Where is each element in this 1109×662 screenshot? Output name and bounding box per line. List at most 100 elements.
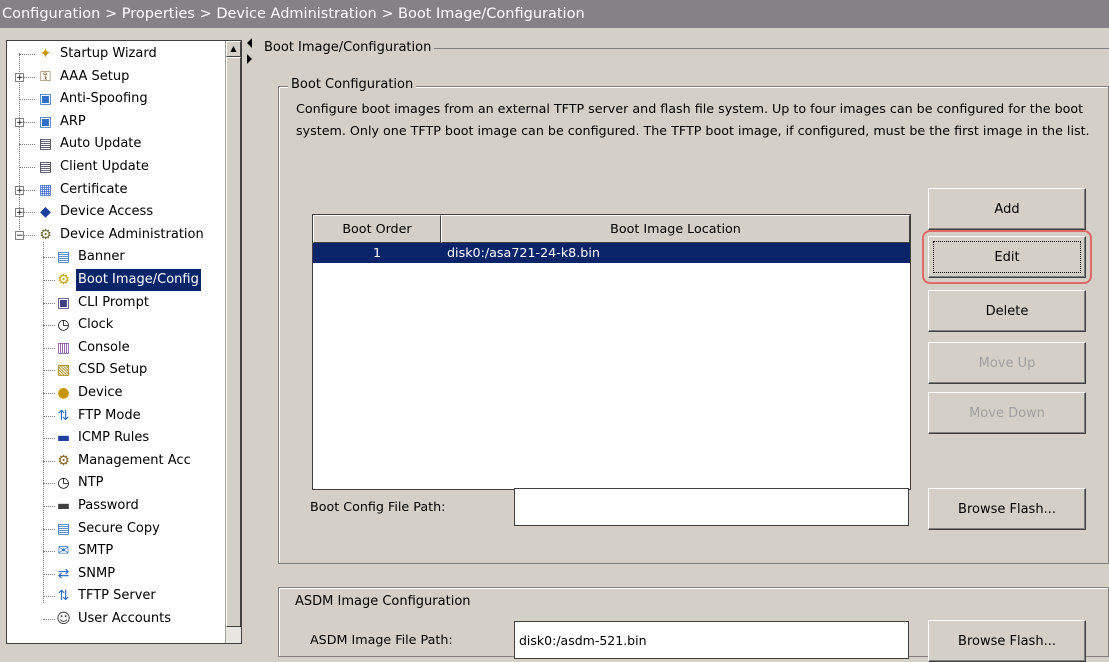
tree-connector bbox=[43, 302, 55, 304]
move-up-button[interactable]: Move Up bbox=[928, 342, 1086, 384]
scroll-thumb[interactable] bbox=[226, 57, 241, 627]
tree-item-tftp-server[interactable]: ⇅ TFTP Server bbox=[55, 585, 158, 607]
tree-item-banner[interactable]: ▤ Banner bbox=[55, 246, 127, 268]
tree-connector bbox=[43, 347, 55, 349]
scroll-up-button[interactable]: ▲ bbox=[226, 41, 241, 57]
boot-image-table[interactable]: Boot Order Boot Image Location 1 disk0:/… bbox=[312, 214, 911, 490]
tree-scrollbar[interactable]: ▲ bbox=[225, 41, 241, 643]
add-button[interactable]: Add bbox=[928, 188, 1086, 230]
navigation-tree: ✦ Startup Wizard ⚿ AAA Setup + ▣ Anti-Spoofing… bbox=[6, 40, 242, 644]
browse-flash-asdm-button[interactable]: Browse Flash... bbox=[928, 620, 1086, 662]
tree-item-label: Anti-Spoofing bbox=[60, 91, 148, 107]
computer-icon: ▤ bbox=[38, 136, 53, 153]
tree-connector bbox=[43, 528, 55, 530]
tree-item-auto-update[interactable]: ▤ Auto Update bbox=[37, 133, 143, 155]
tree-item-anti-spoofing[interactable]: ▣ Anti-Spoofing bbox=[37, 88, 150, 110]
key-icon: ⚿ bbox=[40, 68, 51, 85]
tree-item-device-access[interactable]: ◆ Device Access bbox=[37, 201, 155, 223]
tree-item-label: AAA Setup bbox=[60, 68, 130, 84]
collapse-left-icon[interactable] bbox=[247, 38, 252, 48]
tree-connector bbox=[43, 619, 55, 620]
move-down-button[interactable]: Move Down bbox=[928, 392, 1086, 434]
tree-item-client-update[interactable]: ▤ Client Update bbox=[37, 156, 151, 178]
tree-item-console[interactable]: ▥ Console bbox=[55, 337, 132, 359]
tree-item-label: Client Update bbox=[60, 159, 149, 174]
tree-item-password[interactable]: ▬ Password bbox=[55, 495, 141, 517]
column-header-boot-order[interactable]: Boot Order bbox=[313, 215, 441, 243]
tree-item-device-administration[interactable]: ⚙ Device Administration bbox=[37, 224, 206, 246]
wand-icon: ✦ bbox=[39, 46, 52, 62]
breadcrumb: Configuration > Properties > Device Admi… bbox=[0, 0, 1109, 28]
tree-item-label: ARP bbox=[60, 113, 86, 129]
tree-item-label: Device bbox=[78, 385, 123, 400]
tree-item-label: Banner bbox=[78, 249, 125, 265]
tree-item-label: Device Administration bbox=[60, 226, 204, 242]
tree-item-csd-setup[interactable]: ▧ CSD Setup bbox=[55, 359, 149, 381]
edit-button[interactable]: Edit bbox=[928, 236, 1086, 278]
tree-item-snmp[interactable]: ⇄ SNMP bbox=[55, 563, 117, 585]
boot-config-path-input[interactable] bbox=[514, 488, 909, 526]
tree-item-aaa-setup[interactable]: ⚿ AAA Setup bbox=[37, 66, 131, 88]
tree-connector bbox=[19, 99, 35, 101]
tree-item-user-accounts[interactable]: ☺ User Accounts bbox=[55, 608, 173, 630]
tree-item-label: NTP bbox=[78, 475, 104, 491]
column-header-boot-image-location[interactable]: Boot Image Location bbox=[441, 215, 910, 243]
expand-icon[interactable]: + bbox=[15, 185, 24, 195]
tree-item-startup-wizard[interactable]: ✦ Startup Wizard bbox=[37, 43, 159, 65]
tree-item-icmp-rules[interactable]: ▬ ICMP Rules bbox=[55, 427, 151, 449]
expand-icon[interactable]: + bbox=[15, 72, 24, 82]
tree-item-secure-copy[interactable]: ▤ Secure Copy bbox=[55, 518, 162, 540]
tree-item-label: Boot Image/Config bbox=[76, 269, 201, 291]
panel-splitter[interactable] bbox=[245, 28, 255, 644]
tree-item-label: Startup Wizard bbox=[60, 46, 157, 61]
tree-connector bbox=[43, 460, 55, 462]
tree-item-smtp[interactable]: ✉ SMTP bbox=[55, 540, 115, 562]
icmp-icon: ▬ bbox=[56, 430, 71, 447]
boot-image-icon: ⚙ bbox=[57, 272, 70, 288]
tree-connector bbox=[43, 325, 55, 327]
asdm-image-configuration-legend: ASDM Image Configuration bbox=[292, 594, 474, 609]
boot-configuration-description: Configure boot images from an external T… bbox=[296, 101, 1090, 138]
tree-connector bbox=[19, 167, 35, 168]
csd-setup-icon: ▧ bbox=[56, 362, 71, 379]
ftp-icon: ⇅ bbox=[57, 407, 70, 424]
tree-item-clock[interactable]: ◷ Clock bbox=[55, 314, 115, 336]
tree-connector bbox=[43, 280, 55, 281]
delete-button[interactable]: Delete bbox=[928, 290, 1086, 332]
tree-item-certificate[interactable]: ▦ Certificate bbox=[37, 179, 130, 201]
tree-connector bbox=[19, 144, 35, 146]
tree-item-label: Password bbox=[78, 498, 139, 513]
expand-icon[interactable]: + bbox=[15, 117, 24, 127]
boot-config-path-label: Boot Config File Path: bbox=[310, 499, 446, 514]
tree-connector bbox=[43, 393, 55, 394]
boot-configuration-legend: Boot Configuration bbox=[288, 77, 417, 92]
tree-connector bbox=[43, 506, 55, 507]
cli-prompt-icon: ▣ bbox=[56, 294, 71, 311]
asdm-image-path-label: ASDM Image File Path: bbox=[310, 632, 453, 647]
asdm-image-path-input[interactable] bbox=[514, 621, 909, 659]
tree-item-arp[interactable]: ▣ ARP bbox=[37, 111, 88, 133]
table-row[interactable]: 1 disk0:/asa721-24-k8.bin bbox=[313, 243, 910, 263]
device-icon: ● bbox=[57, 385, 70, 401]
console-icon: ▥ bbox=[56, 339, 71, 356]
collapse-icon[interactable]: − bbox=[15, 230, 24, 240]
computer-icon: ▤ bbox=[38, 159, 53, 175]
browse-flash-boot-config-button[interactable]: Browse Flash... bbox=[928, 488, 1086, 530]
edit-focus-ring bbox=[933, 241, 1081, 273]
tree-item-management-acc[interactable]: ⚙ Management Acc bbox=[55, 450, 193, 472]
secure-copy-icon: ▤ bbox=[56, 520, 71, 537]
device-access-icon: ◆ bbox=[40, 204, 51, 221]
expand-right-icon[interactable] bbox=[247, 54, 252, 64]
tree-item-device[interactable]: ● Device bbox=[55, 382, 124, 404]
tree-connector bbox=[43, 483, 55, 485]
tree-item-label: Auto Update bbox=[60, 136, 142, 152]
tree-item-cli-prompt[interactable]: ▣ CLI Prompt bbox=[55, 292, 151, 314]
tree-item-label: ICMP Rules bbox=[78, 430, 150, 446]
tree-item-ntp[interactable]: ◷ NTP bbox=[55, 472, 106, 494]
tree-item-label: CLI Prompt bbox=[78, 294, 149, 310]
tree-item-ftp-mode[interactable]: ⇅ FTP Mode bbox=[55, 405, 143, 427]
expand-icon[interactable]: + bbox=[15, 208, 24, 218]
tree-connector bbox=[43, 573, 55, 575]
tree-item-boot-image-config[interactable]: ⚙ Boot Image/Config bbox=[55, 269, 201, 291]
tree-connector bbox=[19, 54, 35, 55]
